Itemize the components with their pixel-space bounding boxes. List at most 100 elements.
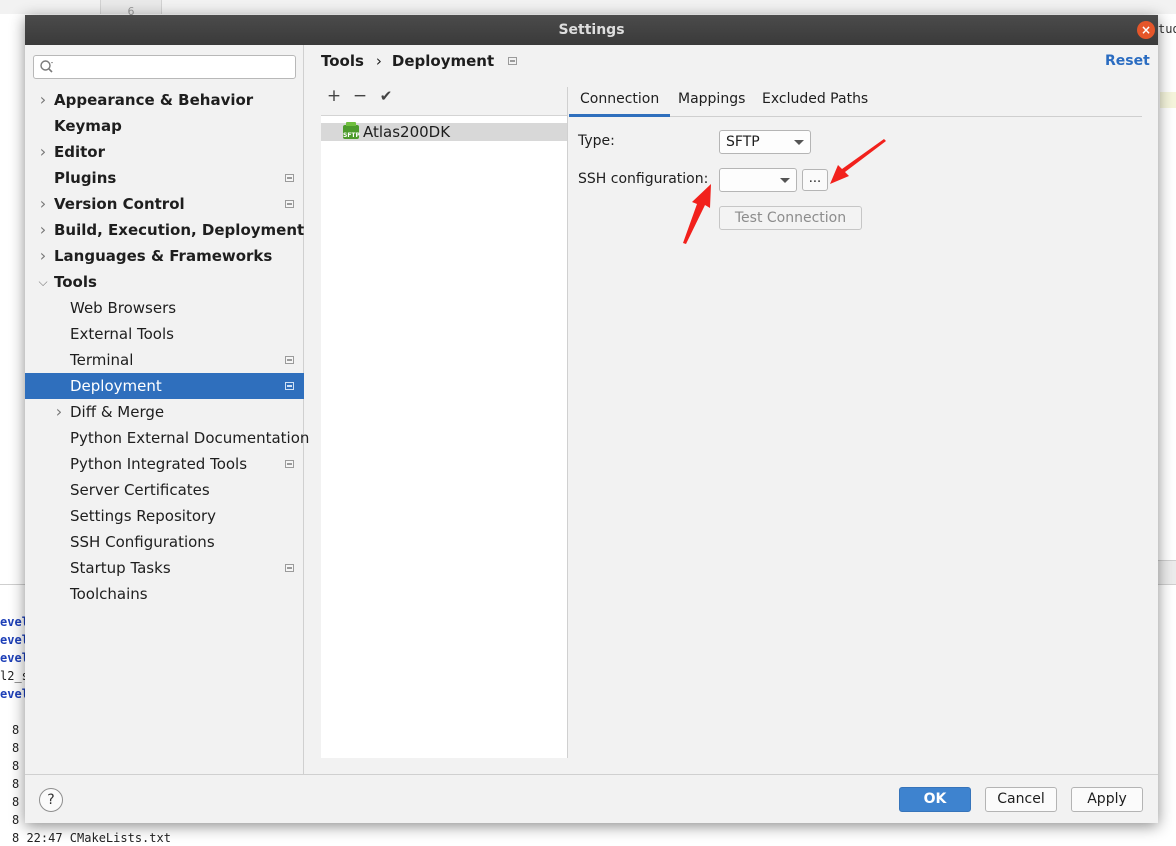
sidebar-item-terminal[interactable]: Terminal (25, 347, 304, 373)
server-list-item[interactable]: SFTP Atlas200DK (321, 122, 567, 141)
reset-link[interactable]: Reset (1105, 53, 1150, 69)
project-scope-icon (285, 382, 294, 390)
server-list: SFTP Atlas200DK (321, 115, 567, 758)
sidebar-item-python-external-documentation[interactable]: Python External Documentation (25, 425, 309, 451)
sidebar-item-label: Version Control (54, 195, 185, 213)
tab-excluded-paths[interactable]: Excluded Paths (751, 85, 879, 117)
background-highlight-strip (1160, 92, 1176, 108)
help-button[interactable]: ? (39, 788, 63, 812)
dialog-footer: ? OK Cancel Apply (25, 774, 1158, 823)
sidebar-item-label: Plugins (54, 169, 117, 187)
remove-server-icon[interactable]: − (352, 87, 368, 105)
sidebar-item-appearance-behavior[interactable]: › Appearance & Behavior (25, 87, 304, 113)
close-button[interactable]: × (1137, 21, 1155, 39)
sidebar-item-label: Editor (54, 143, 105, 161)
type-select-value: SFTP (726, 134, 760, 150)
chevron-right-icon[interactable]: › (37, 217, 49, 243)
sidebar-item-label: Python Integrated Tools (70, 455, 248, 473)
sidebar-item-label: Terminal (70, 351, 134, 369)
tab-mappings[interactable]: Mappings (667, 85, 756, 117)
sidebar-item-keymap[interactable]: Keymap (25, 113, 304, 139)
cancel-button[interactable]: Cancel (985, 787, 1057, 812)
apply-button[interactable]: Apply (1071, 787, 1143, 812)
sidebar-item-plugins[interactable]: Plugins (25, 165, 304, 191)
sidebar-item-label: Diff & Merge (70, 403, 165, 421)
close-icon: × (1140, 23, 1152, 37)
sidebar-item-label: Deployment (70, 377, 162, 395)
type-select[interactable]: SFTP (719, 130, 811, 154)
project-scope-icon (285, 564, 294, 572)
search-input[interactable] (33, 55, 296, 79)
project-scope-icon (285, 174, 294, 182)
background-right-text: tud (1158, 22, 1176, 36)
chevron-right-icon[interactable]: › (53, 399, 65, 425)
sidebar-item-label: Web Browsers (70, 299, 177, 317)
sidebar-item-server-certificates[interactable]: Server Certificates (25, 477, 304, 503)
sidebar-item-tools[interactable]: ⌵ Tools (25, 269, 304, 295)
sidebar-item-startup-tasks[interactable]: Startup Tasks (25, 555, 304, 581)
console-line: 8 (12, 795, 20, 809)
console-line: 8 (12, 777, 20, 791)
sidebar-item-label: External Tools (70, 325, 174, 343)
ok-button[interactable]: OK (899, 787, 971, 812)
sidebar-item-build-execution-deployment[interactable]: › Build, Execution, Deployment (25, 217, 304, 243)
sidebar-item-version-control[interactable]: › Version Control (25, 191, 304, 217)
chevron-right-icon[interactable]: › (37, 87, 49, 113)
search-icon (40, 60, 53, 73)
background-panel-edge (1158, 560, 1176, 584)
sidebar-item-deployment[interactable]: Deployment (25, 373, 304, 399)
tab-connection[interactable]: Connection (569, 85, 671, 117)
sidebar-item-settings-repository[interactable]: Settings Repository (25, 503, 304, 529)
sftp-server-icon: SFTP (343, 122, 360, 139)
sidebar-item-label: SSH Configurations (70, 533, 215, 551)
console-line: 8 22:47 CMakeLists.txt (12, 831, 171, 845)
dialog-titlebar: Settings × (25, 15, 1158, 45)
sidebar-item-diff-merge[interactable]: › Diff & Merge (25, 399, 304, 425)
project-scope-icon (285, 460, 294, 468)
dialog-title: Settings (558, 22, 625, 38)
sidebar-item-languages-frameworks[interactable]: › Languages & Frameworks (25, 243, 304, 269)
sidebar-item-label: Languages & Frameworks (54, 247, 273, 265)
chevron-down-icon (780, 178, 790, 183)
breadcrumb-parent[interactable]: Tools (321, 52, 364, 70)
console-line: 8 (12, 813, 20, 827)
chevron-right-icon[interactable]: › (37, 243, 49, 269)
sidebar-item-label: Startup Tasks (70, 559, 171, 577)
browse-ssh-configurations-button[interactable]: ... (802, 169, 828, 191)
project-scope-icon (285, 356, 294, 364)
chevron-right-icon[interactable]: › (37, 191, 49, 217)
sidebar-item-label: Toolchains (70, 585, 148, 603)
sidebar-item-python-integrated-tools[interactable]: Python Integrated Tools (25, 451, 304, 477)
breadcrumb: Tools › Deployment (321, 52, 518, 70)
chevron-down-icon (794, 140, 804, 145)
sidebar-item-web-browsers[interactable]: Web Browsers (25, 295, 304, 321)
test-connection-button[interactable]: Test Connection (719, 206, 862, 230)
sidebar-item-label: Keymap (54, 117, 122, 135)
breadcrumb-separator: › (375, 52, 382, 70)
console-line: 8 (12, 723, 20, 737)
tab-bar: Connection Mappings Excluded Paths (569, 85, 1142, 117)
sidebar-item-editor[interactable]: › Editor (25, 139, 304, 165)
server-name: Atlas200DK (363, 123, 451, 141)
panel-divider[interactable] (567, 87, 568, 758)
type-label: Type: (578, 133, 615, 149)
ssh-configuration-select[interactable] (719, 168, 797, 192)
background-line-gutter: 6 (100, 0, 162, 18)
add-server-icon[interactable]: + (326, 87, 342, 105)
settings-dialog: Settings × › Appearance & Behavior Keymap ›… (25, 15, 1158, 823)
sidebar-item-toolchains[interactable]: Toolchains (25, 581, 304, 607)
use-as-default-icon[interactable]: ✔ (378, 87, 394, 105)
sidebar-item-label: Server Certificates (70, 481, 210, 499)
console-line: 8 (12, 741, 20, 755)
sidebar-item-external-tools[interactable]: External Tools (25, 321, 304, 347)
chevron-down-icon[interactable]: ⌵ (37, 269, 49, 295)
sidebar-item-label: Build, Execution, Deployment (54, 221, 305, 239)
sidebar-item-ssh-configurations[interactable]: SSH Configurations (25, 529, 304, 555)
sidebar-item-label: Appearance & Behavior (54, 91, 254, 109)
chevron-right-icon[interactable]: › (37, 139, 49, 165)
settings-sidebar: › Appearance & Behavior Keymap › Editor Plugi… (25, 45, 309, 774)
breadcrumb-current: Deployment (391, 52, 495, 70)
sidebar-item-label: Tools (54, 273, 97, 291)
console-line: 8 (12, 759, 20, 773)
project-scope-icon (508, 57, 518, 65)
